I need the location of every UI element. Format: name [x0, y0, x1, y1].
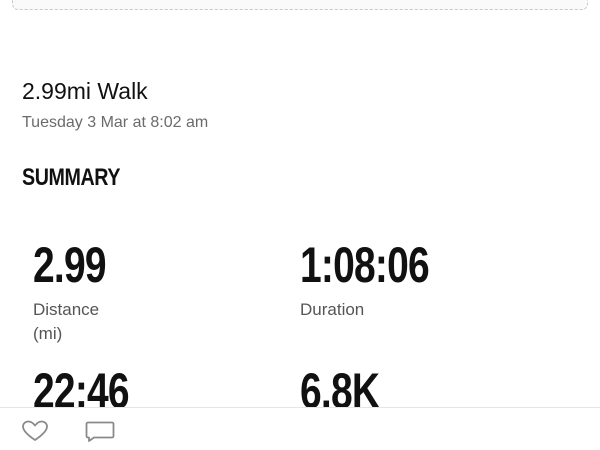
- stat-distance: 2.99 Distance (mi): [33, 240, 126, 346]
- stat-label: Distance (mi): [33, 300, 100, 343]
- stat-label: Duration: [300, 300, 365, 319]
- stat-value: 2.99: [33, 237, 107, 293]
- stat-value: 1:08:06: [300, 237, 430, 293]
- activity-date: Tuesday 3 Mar at 8:02 am: [22, 114, 209, 131]
- summary-heading: SUMMARY: [22, 164, 121, 191]
- heart-outline-icon: [22, 420, 48, 441]
- comment-outline-icon: [85, 421, 115, 442]
- previous-card-edge: [12, 0, 588, 10]
- comment-button[interactable]: [83, 418, 117, 444]
- action-bar: [0, 407, 600, 450]
- like-button[interactable]: [18, 418, 52, 444]
- activity-title: 2.99mi Walk: [22, 78, 148, 104]
- stat-duration: 1:08:06 Duration: [300, 240, 465, 322]
